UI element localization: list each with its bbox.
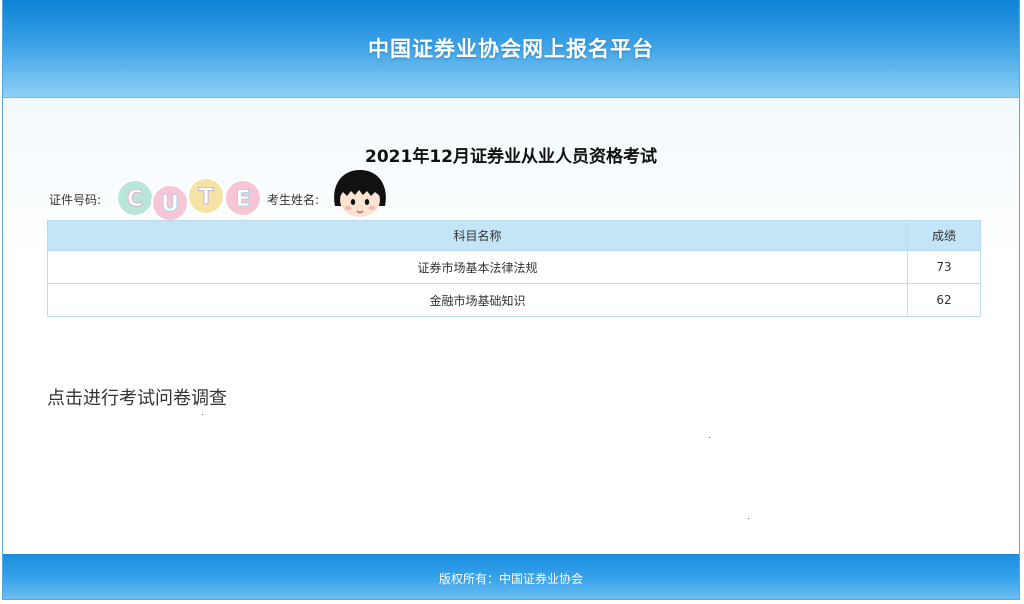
copyright-text: 版权所有：中国证券业协会 xyxy=(438,572,583,586)
speck-mark xyxy=(202,414,203,415)
page-frame: 中国证券业协会网上报名平台 2021年12月证券业从业人员资格考试 证件号码: … xyxy=(2,0,1020,600)
candidate-info: 证件号码: C U T E 考生姓名: xyxy=(49,170,449,222)
cute-letter-c-text: C xyxy=(127,187,143,212)
score-table: 科目名称 成绩 证券市场基本法律法规 73 金融市场基础知识 62 xyxy=(46,220,981,317)
cute-sticker-icon: C U T E xyxy=(116,178,262,222)
subject-cell: 证券市场基本法律法规 xyxy=(46,250,909,284)
site-title: 中国证券业协会网上报名平台 xyxy=(368,37,654,61)
cartoon-face-icon xyxy=(334,170,386,217)
candidate-name-label: 考生姓名: xyxy=(267,193,320,207)
speck-mark xyxy=(709,437,710,438)
subject-cell: 金融市场基础知识 xyxy=(46,283,909,317)
cute-letter-u-text: U xyxy=(161,192,179,217)
cute-letter-t-text: T xyxy=(198,185,213,210)
exam-title: 2021年12月证券业从业人员资格考试 xyxy=(365,147,657,167)
table-row: 证券市场基本法律法规 73 xyxy=(46,250,981,284)
table-header-row: 科目名称 成绩 xyxy=(46,220,981,251)
cute-letter-u: U xyxy=(151,184,189,222)
subject-column-header: 科目名称 xyxy=(46,220,909,251)
cute-letter-c: C xyxy=(116,179,154,217)
cute-letter-t: T xyxy=(187,178,225,215)
speck-mark xyxy=(748,518,749,519)
site-header: 中国证券业协会网上报名平台 xyxy=(3,0,1019,98)
score-cell: 73 xyxy=(907,250,981,284)
score-cell: 62 xyxy=(907,283,981,317)
survey-link[interactable]: 点击进行考试问卷调查 xyxy=(47,384,227,410)
id-number-label: 证件号码: xyxy=(49,193,102,207)
score-column-header: 成绩 xyxy=(907,220,981,251)
cute-letter-e-text: E xyxy=(235,187,250,212)
site-footer: 版权所有：中国证券业协会 xyxy=(3,554,1019,599)
table-row: 金融市场基础知识 62 xyxy=(46,283,981,317)
cute-letter-e: E xyxy=(224,179,262,217)
